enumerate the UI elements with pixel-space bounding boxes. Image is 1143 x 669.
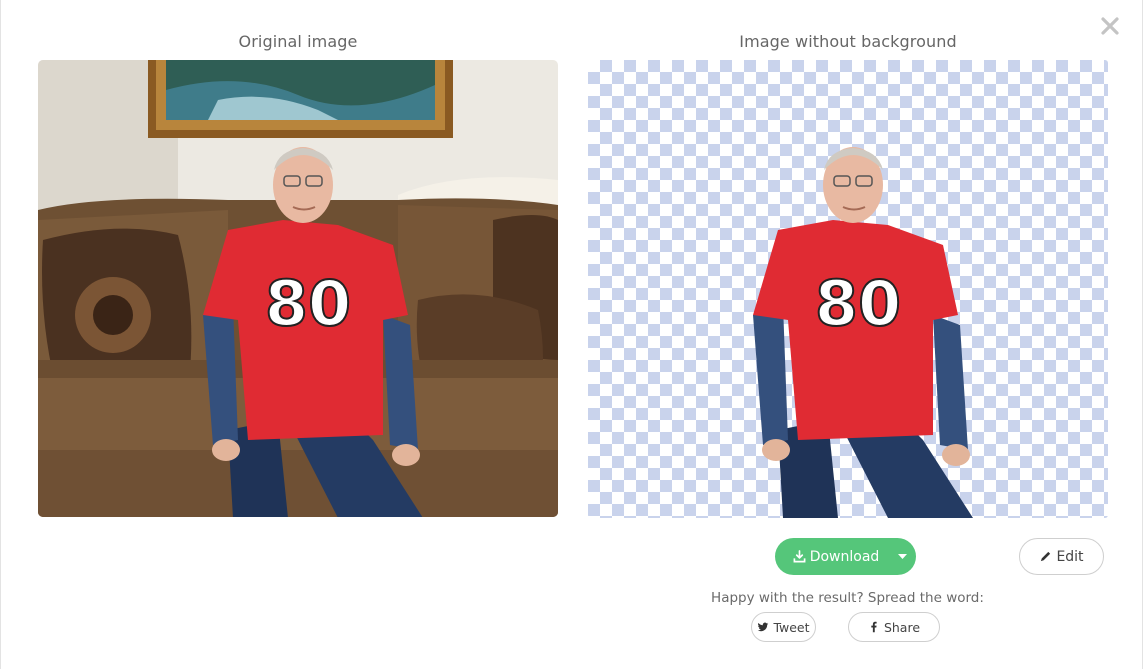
- edit-label: Edit: [1056, 548, 1084, 565]
- result-modal: Original image Image without background: [0, 0, 1143, 669]
- download-label: Download: [809, 548, 880, 565]
- download-button[interactable]: Download: [775, 538, 889, 575]
- tweet-button[interactable]: Tweet: [751, 612, 816, 642]
- facebook-icon: [871, 621, 877, 633]
- pencil-icon: [1041, 551, 1051, 562]
- original-image: 80: [38, 60, 558, 517]
- jersey-number-cutout: 80: [815, 267, 901, 340]
- result-image: 80: [588, 60, 1108, 518]
- chevron-down-icon: [898, 553, 907, 559]
- share-prompt: Happy with the result? Spread the word:: [711, 590, 984, 606]
- tweet-label: Tweet: [773, 619, 810, 635]
- share-label: Share: [883, 619, 921, 635]
- download-icon: [793, 550, 806, 563]
- download-options-toggle[interactable]: [889, 538, 916, 575]
- twitter-icon: [758, 622, 769, 632]
- result-image-title: Image without background: [739, 32, 957, 51]
- edit-button[interactable]: Edit: [1019, 538, 1104, 575]
- jersey-number: 80: [265, 267, 351, 340]
- facebook-share-button[interactable]: Share: [848, 612, 940, 642]
- original-image-title: Original image: [238, 32, 358, 51]
- download-button-group: Download: [775, 538, 916, 575]
